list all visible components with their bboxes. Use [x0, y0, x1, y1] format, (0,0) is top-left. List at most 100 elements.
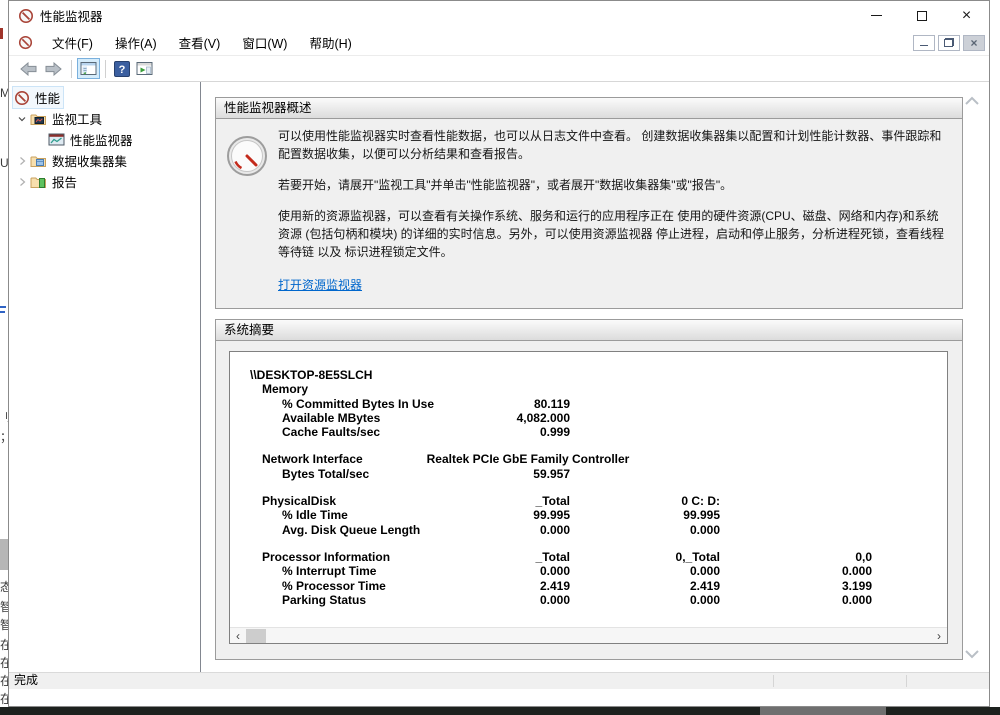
open-resource-monitor-link[interactable]: 打开资源监视器 [278, 276, 362, 294]
report-counter-value: 80.119 [230, 397, 570, 411]
tree-item-label: 性能监视器 [70, 130, 133, 149]
tree-item-reports[interactable]: 报告 [9, 171, 200, 192]
chevron-down-icon[interactable] [15, 113, 29, 125]
menu-file[interactable]: 文件(F) [41, 29, 104, 56]
report-row: Network InterfaceRealtek PCIe GbE Family… [230, 452, 947, 466]
report-instance-header: 0 C: D: [230, 494, 720, 508]
show-hide-console-tree-button[interactable] [77, 58, 100, 79]
toolbar-separator [71, 60, 72, 78]
tree-item-performance-monitor[interactable]: 性能监视器 [9, 129, 200, 150]
report-instance-header: Realtek PCIe GbE Family Controller [358, 452, 698, 466]
toolbar: ? [9, 56, 989, 82]
report-object-name: Network Interface [262, 452, 363, 466]
tree-item-data-collector-sets[interactable]: 数据收集器集 [9, 150, 200, 171]
overview-panel: 性能监视器概述 可以使用性能监视器实时查看性能数据，也可以从日志文件中查看。 创… [215, 97, 963, 309]
action-pane-icon [136, 61, 153, 76]
scroll-left-arrow-icon[interactable]: ‹ [230, 629, 246, 643]
main-area: 性能监视工具性能监视器数据收集器集报告 性能监视器概述 [9, 82, 989, 689]
background-text-fragment: M [0, 86, 8, 100]
system-summary-panel: 系统摘要 \\DESKTOP-8E5SLCHMemory% Committed … [215, 319, 963, 660]
menu-view[interactable]: 查看(V) [168, 29, 232, 56]
report-counter-value: 0.000 [230, 523, 720, 537]
menu-window[interactable]: 窗口(W) [231, 29, 298, 56]
report-counter-value: 4,082.000 [230, 411, 570, 425]
report-row: % Processor Time2.4192.4193.199 [230, 579, 947, 593]
close-button[interactable]: × [944, 1, 989, 30]
mdi-restore-icon [944, 38, 954, 47]
report-gap [230, 481, 947, 494]
report-counter-value: 0.000 [230, 593, 872, 607]
window-title: 性能监视器 [40, 6, 103, 25]
report-row: Available MBytes4,082.000 [230, 411, 947, 425]
mdi-restore-button[interactable] [938, 35, 960, 51]
chevron-right-icon[interactable] [15, 155, 29, 167]
report-body: \\DESKTOP-8E5SLCHMemory% Committed Bytes… [230, 352, 947, 607]
background-text-fragment: 态 [0, 578, 8, 595]
report-counter-value: 59.957 [230, 467, 570, 481]
tree-item-content: 性能监视器 [47, 129, 136, 150]
report-counter-value: 3.199 [230, 579, 872, 593]
report-row: Parking Status0.0000.0000.000 [230, 593, 947, 607]
scroll-down-chevron-icon[interactable] [963, 647, 981, 665]
minimize-icon [871, 15, 882, 16]
perfmon-app-icon [18, 8, 34, 24]
tree-item-label: 监视工具 [52, 109, 102, 128]
status-bar-separator [773, 675, 774, 687]
background-fragment [0, 311, 5, 313]
background-text-fragment: 在 [0, 690, 8, 707]
folder-chart-icon [30, 112, 47, 126]
overview-body: 可以使用性能监视器实时查看性能数据，也可以从日志文件中查看。 创建数据收集器集以… [216, 119, 962, 294]
back-button[interactable] [16, 60, 41, 78]
report-row: Cache Faults/sec0.999 [230, 425, 947, 439]
tree-item-monitoring-tools[interactable]: 监视工具 [9, 108, 200, 129]
report-row: % Idle Time99.99599.995 [230, 508, 947, 522]
overview-panel-header: 性能监视器概述 [216, 98, 962, 119]
report-row: PhysicalDisk_Total0 C: D: [230, 494, 947, 508]
scroll-right-arrow-icon[interactable]: › [931, 629, 947, 643]
menu-bar: 文件(F) 操作(A) 查看(V) 窗口(W) 帮助(H) × [9, 30, 989, 56]
report-instance-header: 0,0 [230, 550, 872, 564]
mdi-close-icon: × [970, 37, 977, 49]
report-object-name: Memory [262, 382, 308, 396]
close-icon: × [962, 8, 971, 24]
mdi-minimize-button[interactable] [913, 35, 935, 51]
report-row: % Interrupt Time0.0000.0000.000 [230, 564, 947, 578]
background-text-fragment: 智 [0, 598, 8, 615]
tree-item-content: 监视工具 [29, 108, 105, 129]
mdi-close-button[interactable]: × [963, 35, 985, 51]
details-pane: 性能监视器概述 可以使用性能监视器实时查看性能数据，也可以从日志文件中查看。 创… [201, 82, 989, 689]
menu-help[interactable]: 帮助(H) [298, 29, 362, 56]
scroll-up-chevron-icon[interactable] [963, 94, 981, 112]
show-hide-action-pane-button[interactable] [133, 59, 156, 78]
tree-item-label: 报告 [52, 172, 77, 191]
forward-button[interactable] [41, 60, 66, 78]
maximize-icon [917, 11, 927, 21]
maximize-button[interactable] [899, 1, 944, 30]
chart-icon [48, 133, 65, 146]
system-summary-panel-header: 系统摘要 [216, 320, 962, 341]
scrollbar-thumb[interactable] [246, 629, 266, 643]
menu-action[interactable]: 操作(A) [104, 29, 168, 56]
help-button[interactable]: ? [111, 59, 133, 79]
perfmon-menu-icon [18, 35, 33, 50]
minimize-button[interactable] [854, 1, 899, 30]
status-bar: 完成 [9, 672, 989, 689]
status-text: 完成 [14, 673, 38, 687]
tree-item-label: 性能 [35, 88, 60, 107]
tree-item-performance-root[interactable]: 性能 [9, 87, 200, 108]
report-gap [230, 439, 947, 452]
report-row: Processor Information_Total0,_Total0,0 [230, 550, 947, 564]
system-summary-body: \\DESKTOP-8E5SLCHMemory% Committed Bytes… [216, 341, 962, 659]
background-window-edge [0, 707, 1000, 715]
perfmon-icon [14, 90, 30, 106]
report-row: Memory [230, 382, 947, 396]
background-text-fragment: 智 [0, 616, 8, 633]
background-text-fragment: 在 [0, 636, 8, 653]
tree-item-content: 性能 [13, 87, 63, 108]
horizontal-scrollbar[interactable]: ‹ › [230, 627, 947, 643]
chevron-right-icon[interactable] [15, 176, 29, 188]
report-row: Bytes Total/sec59.957 [230, 467, 947, 481]
toolbar-separator [105, 60, 106, 78]
background-window-remnant: MU刂；态智智在在在在 [0, 0, 8, 715]
tree-item-label: 数据收集器集 [52, 151, 127, 170]
